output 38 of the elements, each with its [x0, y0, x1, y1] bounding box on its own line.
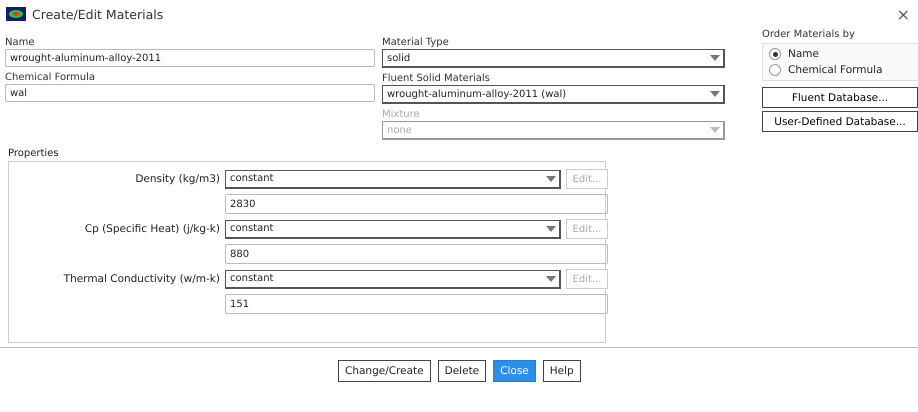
- radio-button[interactable]: [769, 64, 781, 76]
- group-label: Order Materials by: [762, 28, 856, 41]
- method-dropdown[interactable]: constant: [225, 270, 561, 288]
- caret-icon: [546, 226, 556, 232]
- radio-label[interactable]: Chemical Formula: [788, 64, 883, 76]
- field-label: Fluent Solid Materials: [382, 72, 491, 85]
- caret-icon: [710, 127, 720, 133]
- database-button[interactable]: User-Defined Database...: [762, 111, 918, 132]
- caret-icon: [710, 55, 720, 61]
- radio-label[interactable]: Name: [788, 48, 819, 60]
- dialog-button[interactable]: Help: [542, 360, 581, 382]
- close-button[interactable]: ×: [896, 4, 910, 24]
- field-label: Mixture: [382, 108, 421, 121]
- caret-icon: [710, 91, 720, 97]
- name-field[interactable]: wrought-aluminum-alloy-2011: [5, 49, 375, 67]
- app-icon: [6, 7, 26, 21]
- value-field[interactable]: 2830: [225, 194, 608, 214]
- window-title: Create/Edit Materials: [32, 6, 164, 22]
- property-label: Thermal Conductivity (w/m-k): [62, 273, 220, 285]
- formula-field[interactable]: wal: [5, 84, 375, 102]
- field-label: Chemical Formula: [5, 71, 96, 84]
- method-dropdown[interactable]: constant: [225, 220, 561, 238]
- materials-dropdown[interactable]: wrought-aluminum-alloy-2011 (wal): [382, 85, 725, 104]
- value-field[interactable]: 151: [225, 294, 608, 314]
- value-field[interactable]: 880: [225, 244, 608, 264]
- method-dropdown[interactable]: constant: [225, 170, 561, 188]
- property-label: Cp (Specific Heat) (j/kg-k): [84, 223, 220, 235]
- field-label: Name: [5, 36, 36, 49]
- section-label: Properties: [8, 148, 60, 161]
- dialog-button[interactable]: Change/Create: [338, 360, 431, 382]
- database-button[interactable]: Fluent Database...: [762, 87, 918, 108]
- property-label: Density (kg/m3): [134, 173, 220, 185]
- radio-button[interactable]: [769, 48, 781, 60]
- field-label: Material Type: [382, 36, 450, 49]
- material-type-dropdown[interactable]: solid: [382, 49, 725, 68]
- dialog-button[interactable]: Delete: [438, 360, 486, 382]
- caret-icon: [546, 276, 556, 282]
- caret-icon: [546, 176, 556, 182]
